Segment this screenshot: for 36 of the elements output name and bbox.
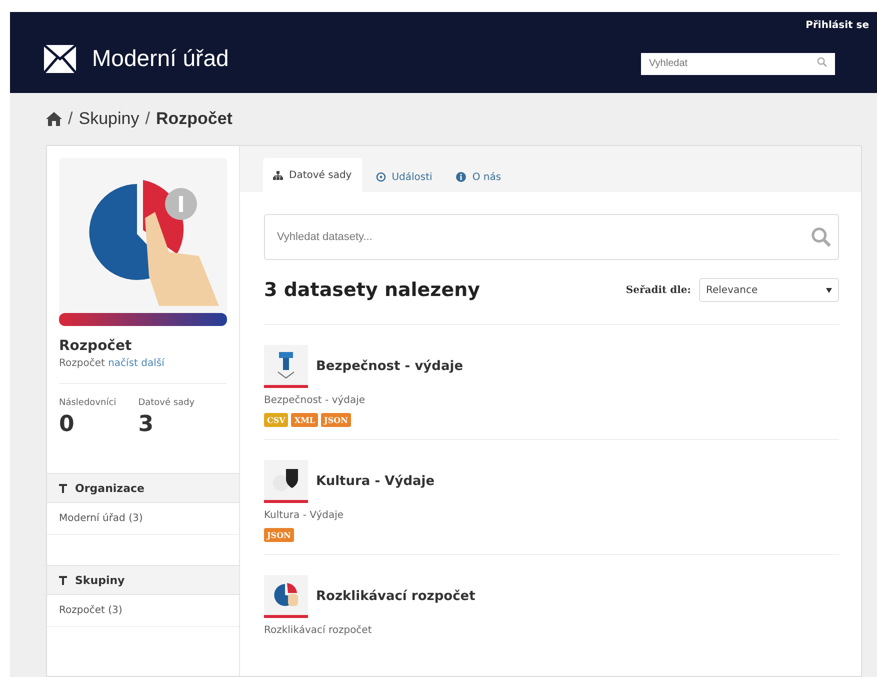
envelope-logo-icon[interactable] [44,44,76,72]
sitemap-icon [273,170,283,180]
facet-item[interactable]: Moderní úřad (3) [47,503,239,535]
dataset-title[interactable]: Rozklikávací rozpočet [316,589,476,604]
breadcrumb-link[interactable]: Skupiny [78,109,140,129]
stat-label: Datové sady [138,398,195,408]
breadcrumb-separator: / [68,109,73,129]
results-heading: 3 datasety nalezeny [264,279,480,301]
facet-title: Skupiny [75,574,125,586]
home-icon[interactable] [46,112,62,126]
sort-label: Seřadit dle: [626,284,691,296]
sort-select[interactable]: Relevance [699,278,839,302]
facet-item[interactable]: Rozpočet (3) [47,595,239,627]
caret-icon [826,288,832,292]
stat-label: Následovníci [59,398,116,408]
tab[interactable]: Události [366,162,442,192]
breadcrumb-link[interactable]: Rozpočet [156,109,232,129]
info-icon [456,172,466,182]
read-more-link[interactable]: načíst další [108,358,164,369]
dataset-title[interactable]: Kultura - Výdaje [316,474,435,489]
dataset-description: Bezpečnost - výdaje [264,395,366,406]
site-title[interactable]: Moderní úřad [92,45,229,72]
tab[interactable]: O nás [446,162,512,192]
stat-value: 3 [138,412,154,437]
dataset-description: Kultura - Výdaje [264,510,345,521]
login-link[interactable]: Přihlásit se [806,20,869,31]
breadcrumb-separator: / [145,109,150,129]
tab[interactable]: Datové sady [263,158,362,192]
dataset-title[interactable]: Bezpečnost - výdaje [316,359,464,374]
group-title: Rozpočet [59,338,133,354]
dataset-description: Rozklikávací rozpočet [264,625,373,636]
dataset-search-field[interactable]: Vyhledat datasety... [264,214,839,260]
search-field[interactable]: Vyhledat [641,52,835,74]
stat-value: 0 [59,412,76,437]
group-description: Rozpočet načíst další [59,358,166,369]
facet-title: Organizace [75,482,144,494]
